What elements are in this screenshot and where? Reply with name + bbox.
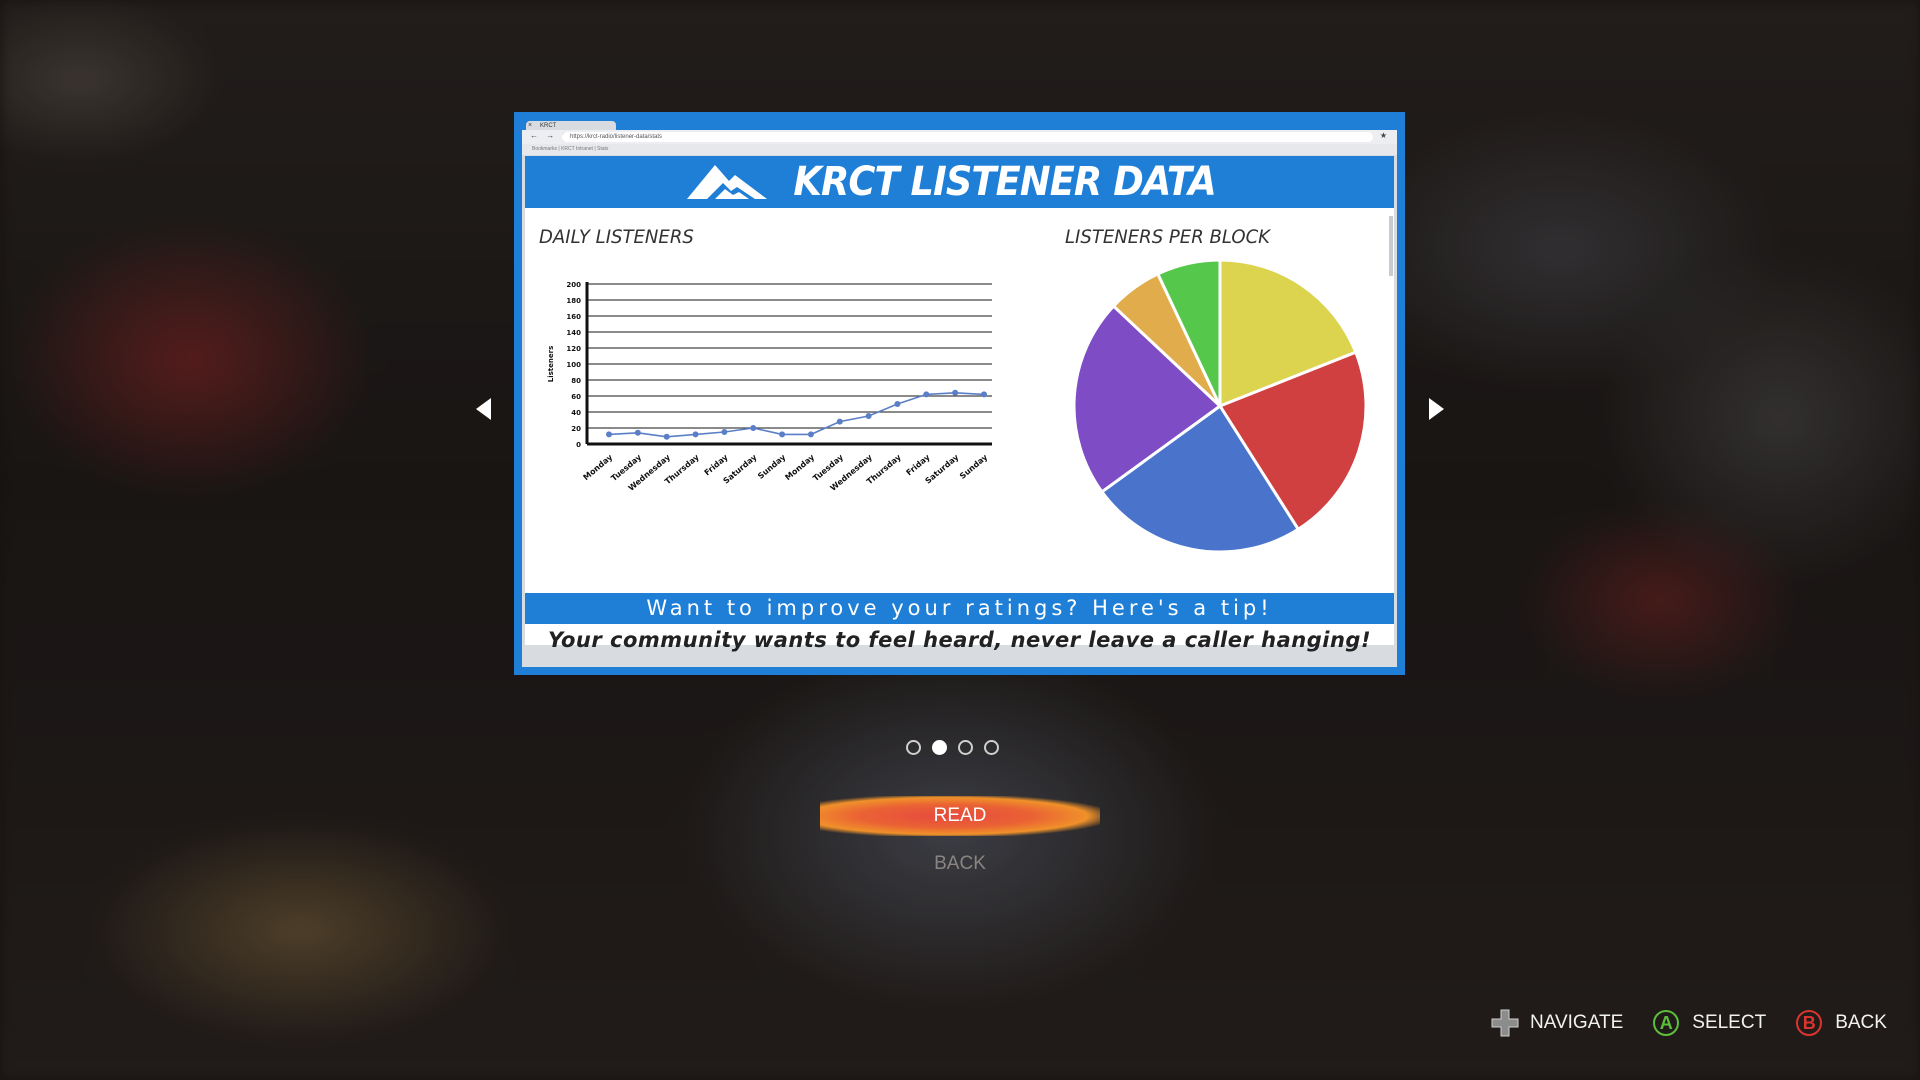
dpad-icon [1491, 1009, 1519, 1037]
page-dot[interactable] [906, 740, 921, 755]
series-line [608, 391, 985, 438]
browser-url-bar: ← → ⟳ https://krct-radio/listener-data/s… [522, 130, 1397, 144]
title-banner: KRCT LISTENER DATA [525, 156, 1394, 208]
data-point [865, 413, 872, 419]
x-tick-label: Sunday [958, 452, 990, 481]
mountain-logo-icon [686, 165, 767, 199]
browser-tab-bar: × KRCT [522, 120, 1397, 131]
daily-listeners-line-chart: 020406080100120140160180200ListenersMond… [547, 281, 992, 493]
back-hint-label: BACK [1835, 1012, 1887, 1033]
data-point [750, 425, 757, 431]
y-tick-label: 180 [566, 297, 581, 305]
data-point [779, 431, 786, 438]
pie-chart-title: LISTENERS PER BLOCK [1065, 226, 1271, 248]
page-dot[interactable] [932, 740, 947, 755]
x-tick-label: Sunday [756, 452, 788, 481]
data-point [836, 418, 843, 425]
browser-tab-label: KRCT [540, 123, 557, 129]
data-point [634, 429, 641, 436]
y-tick-label: 40 [571, 409, 581, 417]
page-indicator [906, 740, 999, 755]
read-button[interactable]: READ [820, 796, 1100, 836]
controller-hints: NAVIGATE A SELECT B BACK [1490, 1006, 1887, 1040]
bookmarks-bar: Bookmarks | KRCT Intranet | Stats [522, 144, 1397, 155]
data-point [807, 431, 814, 438]
tip-text: Your community wants to feel heard, neve… [547, 628, 1372, 652]
navigate-hint: NAVIGATE [1490, 1008, 1623, 1038]
data-point [952, 389, 959, 396]
data-point [606, 431, 612, 438]
x-tick-label: Friday [905, 452, 933, 477]
y-tick-label: 140 [566, 329, 581, 337]
document-page: KRCT LISTENER DATA DAILY LISTENERS LISTE… [525, 156, 1394, 652]
select-hint[interactable]: A SELECT [1653, 1010, 1766, 1036]
select-hint-label: SELECT [1692, 1012, 1767, 1033]
document-title: KRCT LISTENER DATA [793, 159, 1216, 205]
page-dot[interactable] [984, 740, 999, 755]
y-axis-label: Listeners [547, 346, 555, 382]
page-dot[interactable] [958, 740, 973, 755]
tip-heading: Want to improve your ratings? Here's a t… [525, 593, 1394, 624]
y-tick-label: 60 [571, 393, 581, 401]
bookmark-star-icon: ★ [1379, 131, 1387, 140]
previous-page-arrow-icon[interactable] [476, 398, 491, 420]
x-tick-label: Friday [703, 452, 731, 477]
data-point [981, 391, 987, 398]
data-point [894, 401, 901, 407]
y-tick-label: 100 [566, 361, 581, 369]
data-point [692, 431, 699, 438]
data-point [663, 433, 670, 440]
y-tick-label: 200 [566, 281, 581, 289]
page-scrollbar[interactable] [1389, 216, 1393, 276]
back-menu-button[interactable]: BACK [820, 846, 1100, 882]
back-hint[interactable]: B BACK [1796, 1010, 1887, 1036]
b-button-icon: B [1796, 1010, 1823, 1036]
line-chart-title: DAILY LISTENERS [539, 226, 694, 248]
y-tick-label: 160 [566, 313, 581, 321]
y-tick-label: 120 [566, 345, 581, 353]
document-frame: × KRCT ← → ⟳ https://krct-radio/listener… [514, 112, 1405, 675]
listeners-per-block-pie-chart [1072, 258, 1368, 554]
a-button-icon: A [1653, 1010, 1680, 1036]
browser-window: × KRCT ← → ⟳ https://krct-radio/listener… [522, 120, 1397, 667]
y-tick-label: 0 [576, 441, 581, 449]
data-point [721, 429, 728, 435]
next-page-arrow-icon[interactable] [1429, 398, 1444, 420]
data-point [923, 391, 930, 398]
url-field: https://krct-radio/listener-data/stats [562, 132, 1373, 142]
navigate-hint-label: NAVIGATE [1530, 1012, 1624, 1033]
y-tick-label: 20 [571, 425, 581, 433]
y-tick-label: 80 [571, 377, 581, 385]
